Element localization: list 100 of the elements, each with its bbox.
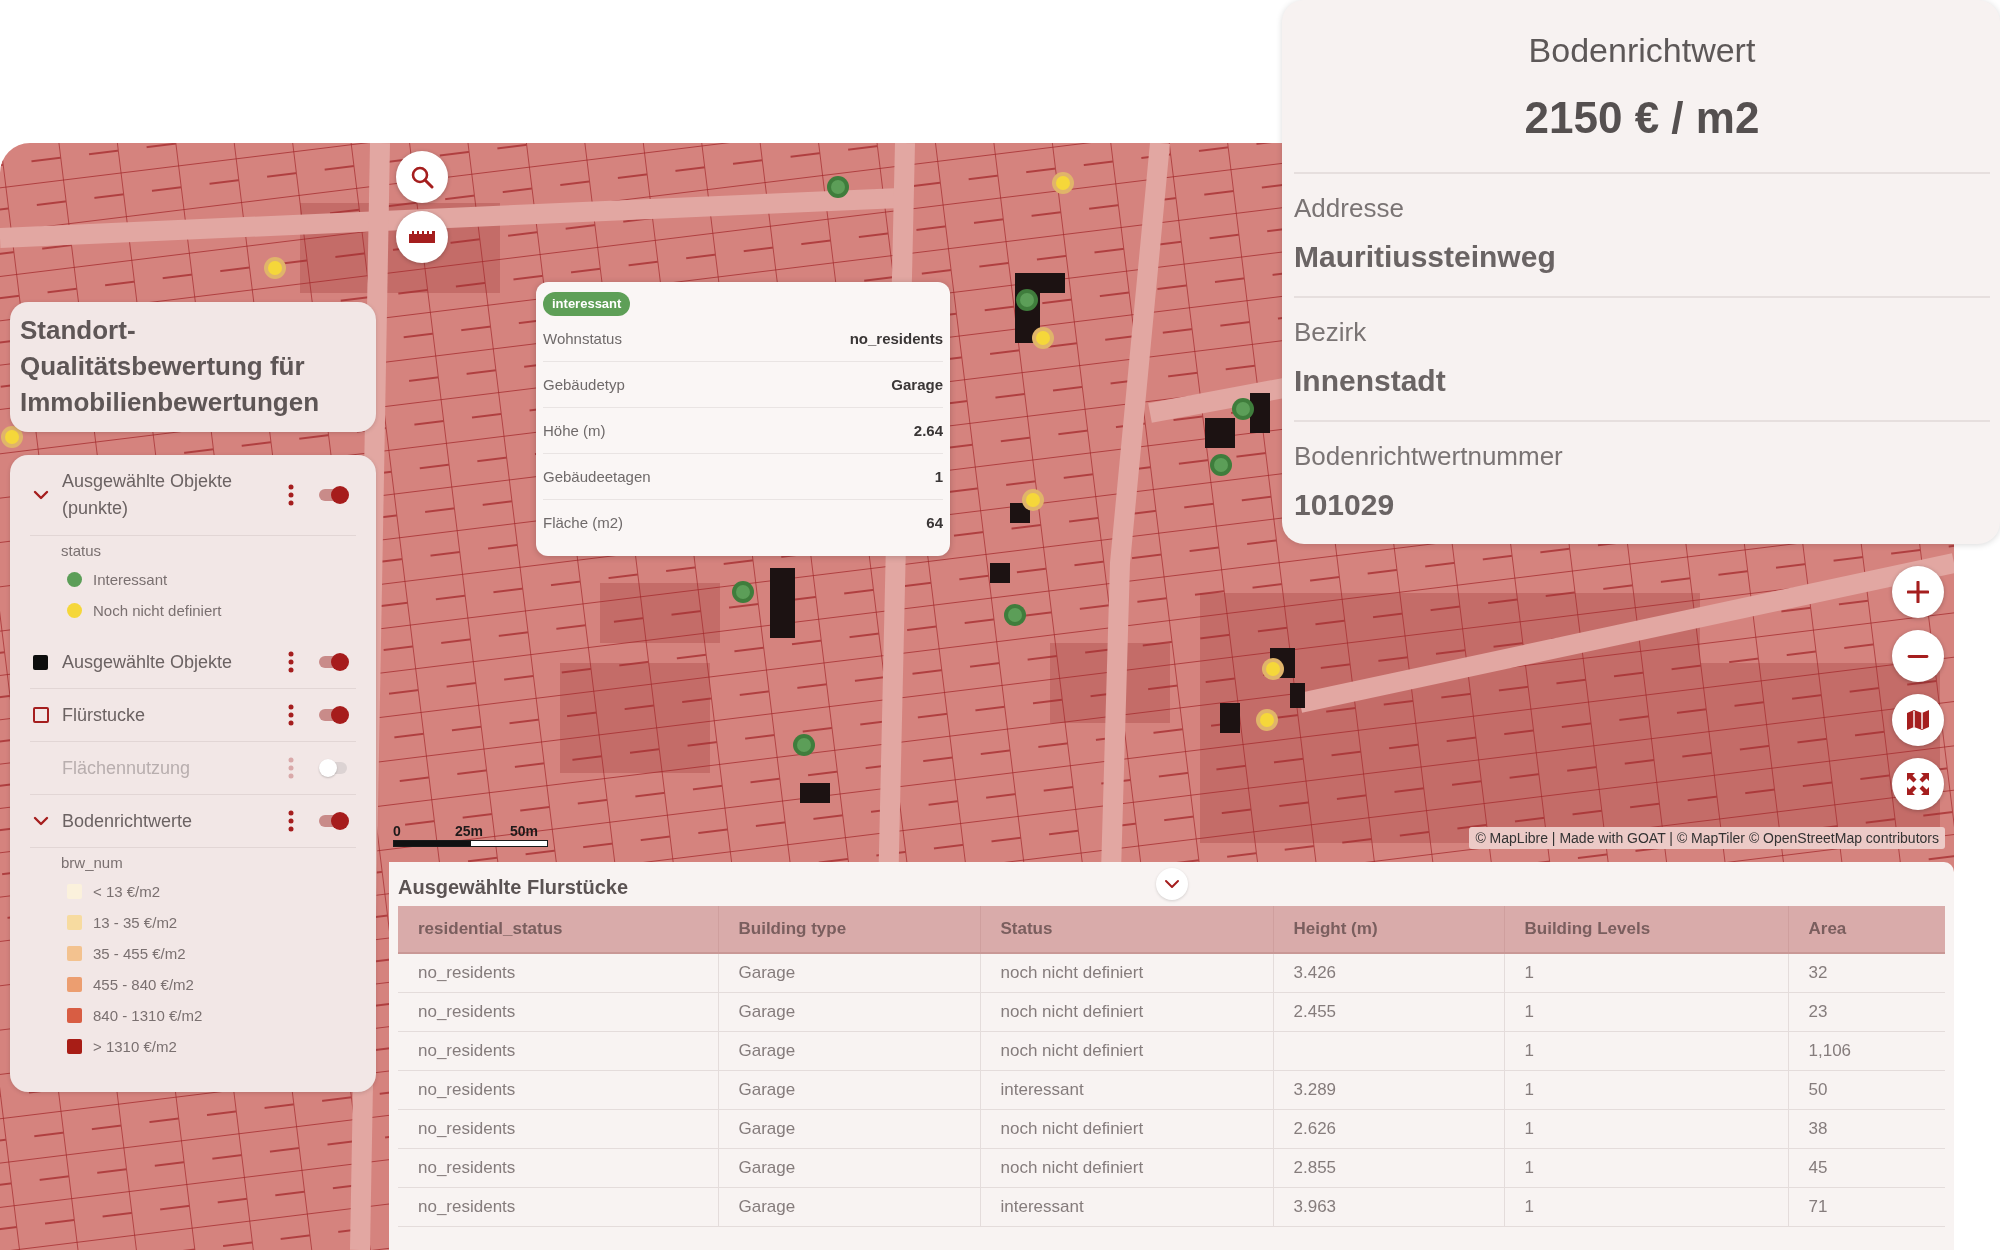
table-cell: Garage — [718, 1148, 980, 1187]
map-icon — [1907, 709, 1929, 731]
table-cell: Garage — [718, 1070, 980, 1109]
property-label: Höhe (m) — [543, 422, 606, 439]
scale-label: 0 — [393, 823, 401, 839]
map-marker-icon[interactable] — [1, 426, 23, 448]
land-value: 2150 € / m2 — [1523, 92, 1761, 144]
table-cell: 32 — [1788, 953, 1945, 992]
map-marker-icon[interactable] — [732, 581, 754, 603]
building-footprint — [770, 568, 795, 638]
table-cell: Garage — [718, 1187, 980, 1226]
chevron-icon[interactable] — [33, 490, 49, 500]
scale-label: 25m — [455, 823, 484, 839]
table-title: Ausgewählte Flurstücke — [398, 874, 629, 899]
more-options-icon[interactable] — [288, 484, 294, 506]
building-footprint — [1205, 418, 1235, 448]
legend-label: < 13 €/m2 — [93, 883, 161, 900]
layer-name: Flürstucke — [61, 703, 147, 727]
map-marker-icon[interactable] — [1256, 709, 1278, 731]
table-cell: Garage — [718, 1031, 980, 1070]
table-cell: no_residents — [398, 1187, 718, 1226]
toggle-switch[interactable] — [319, 485, 349, 505]
property-value: 1 — [934, 468, 943, 485]
field-value: Innenstadt — [1294, 363, 1447, 399]
property-value: Garage — [891, 376, 943, 393]
more-options-icon[interactable] — [288, 810, 294, 832]
legend-title: status — [61, 541, 103, 561]
legend-label: Interessant — [93, 571, 168, 588]
table-cell: 38 — [1788, 1109, 1945, 1148]
building-footprint — [800, 783, 830, 803]
toggle-switch[interactable] — [319, 811, 349, 831]
table-cell: no_residents — [398, 953, 718, 992]
table-cell: 50 — [1788, 1070, 1945, 1109]
table-cell: Garage — [718, 1109, 980, 1148]
table-cell: 1 — [1504, 992, 1788, 1031]
chevron-icon[interactable] — [33, 816, 49, 826]
building-footprint — [990, 563, 1010, 583]
minus-icon — [1907, 654, 1929, 658]
toggle-switch[interactable] — [319, 758, 349, 778]
building-footprint — [1290, 683, 1305, 708]
legend-label: 35 - 455 €/m2 — [93, 945, 186, 962]
map-marker-icon[interactable] — [827, 176, 849, 198]
property-value: 64 — [926, 514, 943, 531]
more-options-icon[interactable] — [288, 704, 294, 726]
map-marker-icon[interactable] — [1022, 489, 1044, 511]
table-cell: no_residents — [398, 1070, 718, 1109]
building-footprint — [1250, 393, 1270, 433]
more-options-icon[interactable] — [288, 651, 294, 673]
table-cell: Garage — [718, 953, 980, 992]
app-title: Standort-Qualitätsbewertung für Immobilienbewertungen — [10, 302, 376, 432]
column-header: Building Levels — [1504, 906, 1788, 953]
toggle-switch[interactable] — [319, 705, 349, 725]
table-cell: noch nicht definiert — [980, 1148, 1273, 1187]
map-marker-icon[interactable] — [793, 734, 815, 756]
table-cell: 1 — [1504, 1109, 1788, 1148]
table-cell: 1,106 — [1788, 1031, 1945, 1070]
table-cell: 1 — [1504, 1187, 1788, 1226]
map-marker-icon[interactable] — [1232, 398, 1254, 420]
field-label: Addresse — [1294, 192, 1405, 225]
map-marker-icon[interactable] — [1016, 289, 1038, 311]
layer-name: Flächennutzung — [61, 756, 192, 780]
chevron-down-icon — [1163, 879, 1180, 889]
column-header: Area — [1788, 906, 1945, 953]
map-attribution: © MapLibre | Made with GOAT | © MapTiler © OpenStreetMap contributors — [1469, 827, 1945, 849]
building-footprint — [1220, 703, 1240, 733]
toggle-switch[interactable] — [319, 652, 349, 672]
table-cell: interessant — [980, 1070, 1273, 1109]
table-cell: noch nicht definiert — [980, 953, 1273, 992]
field-value: 101029 — [1294, 487, 1396, 523]
table-cell: 1 — [1504, 1070, 1788, 1109]
property-value: 2.64 — [913, 422, 943, 439]
legend-label: 13 - 35 €/m2 — [93, 914, 178, 931]
map-marker-icon[interactable] — [1032, 327, 1054, 349]
layer-name: Ausgewählte Objekte — [61, 650, 234, 674]
building-footprint — [1010, 503, 1030, 523]
table-cell: Garage — [718, 992, 980, 1031]
legend-label: Noch nicht definiert — [93, 602, 222, 619]
table-cell: no_residents — [398, 1109, 718, 1148]
plus-icon — [1907, 581, 1929, 603]
collapse-button[interactable] — [1155, 868, 1188, 900]
square-icon — [33, 654, 48, 670]
square-outline-icon — [33, 707, 49, 723]
table-cell: 1 — [1504, 1031, 1788, 1070]
property-value: no_residents — [849, 330, 943, 347]
column-header: Height (m) — [1273, 906, 1504, 953]
legend-label: 455 - 840 €/m2 — [93, 976, 194, 993]
map-marker-icon[interactable] — [1004, 604, 1026, 626]
map-marker-icon[interactable] — [1262, 658, 1284, 680]
map-marker-icon[interactable] — [264, 257, 286, 279]
layer-name: Ausgewählte Objekte (punkte) — [61, 470, 234, 520]
legend-label: > 1310 €/m2 — [93, 1038, 177, 1055]
table-cell: 3.289 — [1273, 1070, 1504, 1109]
table-cell: 1 — [1504, 1148, 1788, 1187]
search-icon — [410, 165, 434, 189]
field-label: Bezirk — [1294, 316, 1368, 349]
legend-title: brw_num — [61, 853, 124, 873]
map-marker-icon[interactable] — [1052, 172, 1074, 194]
map-marker-icon[interactable] — [1210, 454, 1232, 476]
table-cell: noch nicht definiert — [980, 1031, 1273, 1070]
layer-name: Bodenrichtwerte — [61, 809, 194, 833]
